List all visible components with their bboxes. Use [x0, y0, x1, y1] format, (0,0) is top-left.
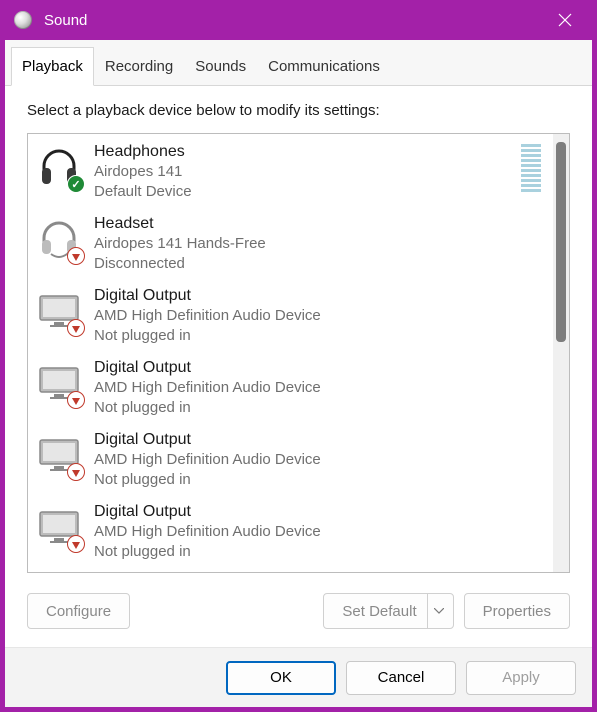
tab-label: Recording — [105, 58, 173, 75]
device-row[interactable]: Digital OutputAMD High Definition Audio … — [28, 424, 553, 496]
device-name: Digital Output — [94, 502, 541, 522]
dialog-footer: OK Cancel Apply — [5, 647, 592, 707]
window-title: Sound — [44, 12, 545, 29]
monitor-icon — [36, 288, 82, 334]
ok-button[interactable]: OK — [226, 661, 336, 695]
device-row[interactable]: Digital OutputAMD High Definition Audio … — [28, 352, 553, 424]
monitor-icon — [36, 432, 82, 478]
cancel-label: Cancel — [378, 669, 425, 686]
tab-sounds[interactable]: Sounds — [184, 47, 257, 86]
window-body: Playback Recording Sounds Communications Se… — [0, 40, 597, 712]
tab-label: Communications — [268, 58, 380, 75]
tab-label: Sounds — [195, 58, 246, 75]
device-list-container: HeadphonesAirdopes 141Default Device Hea… — [27, 133, 570, 573]
properties-label: Properties — [483, 603, 551, 620]
set-default-label: Set Default — [342, 603, 416, 620]
ok-label: OK — [270, 669, 292, 686]
device-description: AMD High Definition Audio Device — [94, 522, 541, 542]
device-row[interactable]: HeadsetAirdopes 141 Hands-FreeDisconnect… — [28, 208, 553, 280]
device-description: Airdopes 141 Hands-Free — [94, 234, 541, 254]
device-name: Digital Output — [94, 358, 541, 378]
unplugged-badge-icon — [67, 319, 85, 337]
device-info: Digital OutputAMD High Definition Audio … — [94, 430, 541, 490]
device-row[interactable]: Digital OutputAMD High Definition Audio … — [28, 280, 553, 352]
device-name: Headset — [94, 214, 541, 234]
scrollbar-thumb[interactable] — [556, 142, 566, 342]
device-info: HeadsetAirdopes 141 Hands-FreeDisconnect… — [94, 214, 541, 274]
device-status: Not plugged in — [94, 542, 541, 562]
set-default-button[interactable]: Set Default — [323, 593, 453, 629]
tab-communications[interactable]: Communications — [257, 47, 391, 86]
device-status: Default Device — [94, 182, 509, 202]
monitor-icon — [36, 504, 82, 550]
close-button[interactable] — [545, 0, 585, 40]
default-badge-icon — [67, 175, 85, 193]
device-description: Airdopes 141 — [94, 162, 509, 182]
instruction-text: Select a playback device below to modify… — [27, 102, 570, 119]
device-info: Digital OutputAMD High Definition Audio … — [94, 358, 541, 418]
device-name: Headphones — [94, 142, 509, 162]
headset-icon — [36, 216, 82, 262]
device-status: Disconnected — [94, 254, 541, 274]
device-name: Digital Output — [94, 430, 541, 450]
set-default-dropdown[interactable] — [427, 594, 451, 628]
device-list[interactable]: HeadphonesAirdopes 141Default Device Hea… — [28, 134, 553, 572]
unplugged-badge-icon — [67, 247, 85, 265]
titlebar: Sound — [0, 0, 597, 40]
monitor-icon — [36, 360, 82, 406]
apply-label: Apply — [502, 669, 540, 686]
device-info: Digital OutputAMD High Definition Audio … — [94, 502, 541, 562]
device-row[interactable]: HeadphonesAirdopes 141Default Device — [28, 136, 553, 208]
tab-playback[interactable]: Playback — [11, 47, 94, 86]
unplugged-badge-icon — [67, 535, 85, 553]
tab-recording[interactable]: Recording — [94, 47, 184, 86]
device-info: HeadphonesAirdopes 141Default Device — [94, 142, 509, 202]
tab-content-playback: Select a playback device below to modify… — [5, 86, 592, 647]
device-status: Not plugged in — [94, 398, 541, 418]
device-status: Not plugged in — [94, 470, 541, 490]
configure-label: Configure — [46, 603, 111, 620]
device-description: AMD High Definition Audio Device — [94, 450, 541, 470]
device-info: Digital OutputAMD High Definition Audio … — [94, 286, 541, 346]
device-row[interactable]: Digital OutputAMD High Definition Audio … — [28, 496, 553, 568]
tab-label: Playback — [22, 58, 83, 75]
apply-button[interactable]: Apply — [466, 661, 576, 695]
device-button-row: Configure Set Default Properties — [27, 593, 570, 629]
unplugged-badge-icon — [67, 391, 85, 409]
unplugged-badge-icon — [67, 463, 85, 481]
configure-button[interactable]: Configure — [27, 593, 130, 629]
device-status: Not plugged in — [94, 326, 541, 346]
close-icon — [558, 13, 572, 27]
device-name: Digital Output — [94, 286, 541, 306]
scrollbar[interactable] — [553, 134, 569, 572]
cancel-button[interactable]: Cancel — [346, 661, 456, 695]
level-meter-icon — [521, 144, 541, 192]
device-description: AMD High Definition Audio Device — [94, 378, 541, 398]
chevron-down-icon — [434, 608, 444, 614]
device-description: AMD High Definition Audio Device — [94, 306, 541, 326]
tab-strip: Playback Recording Sounds Communications — [5, 40, 592, 86]
headphones-icon — [36, 144, 82, 190]
properties-button[interactable]: Properties — [464, 593, 570, 629]
sound-icon — [14, 11, 32, 29]
